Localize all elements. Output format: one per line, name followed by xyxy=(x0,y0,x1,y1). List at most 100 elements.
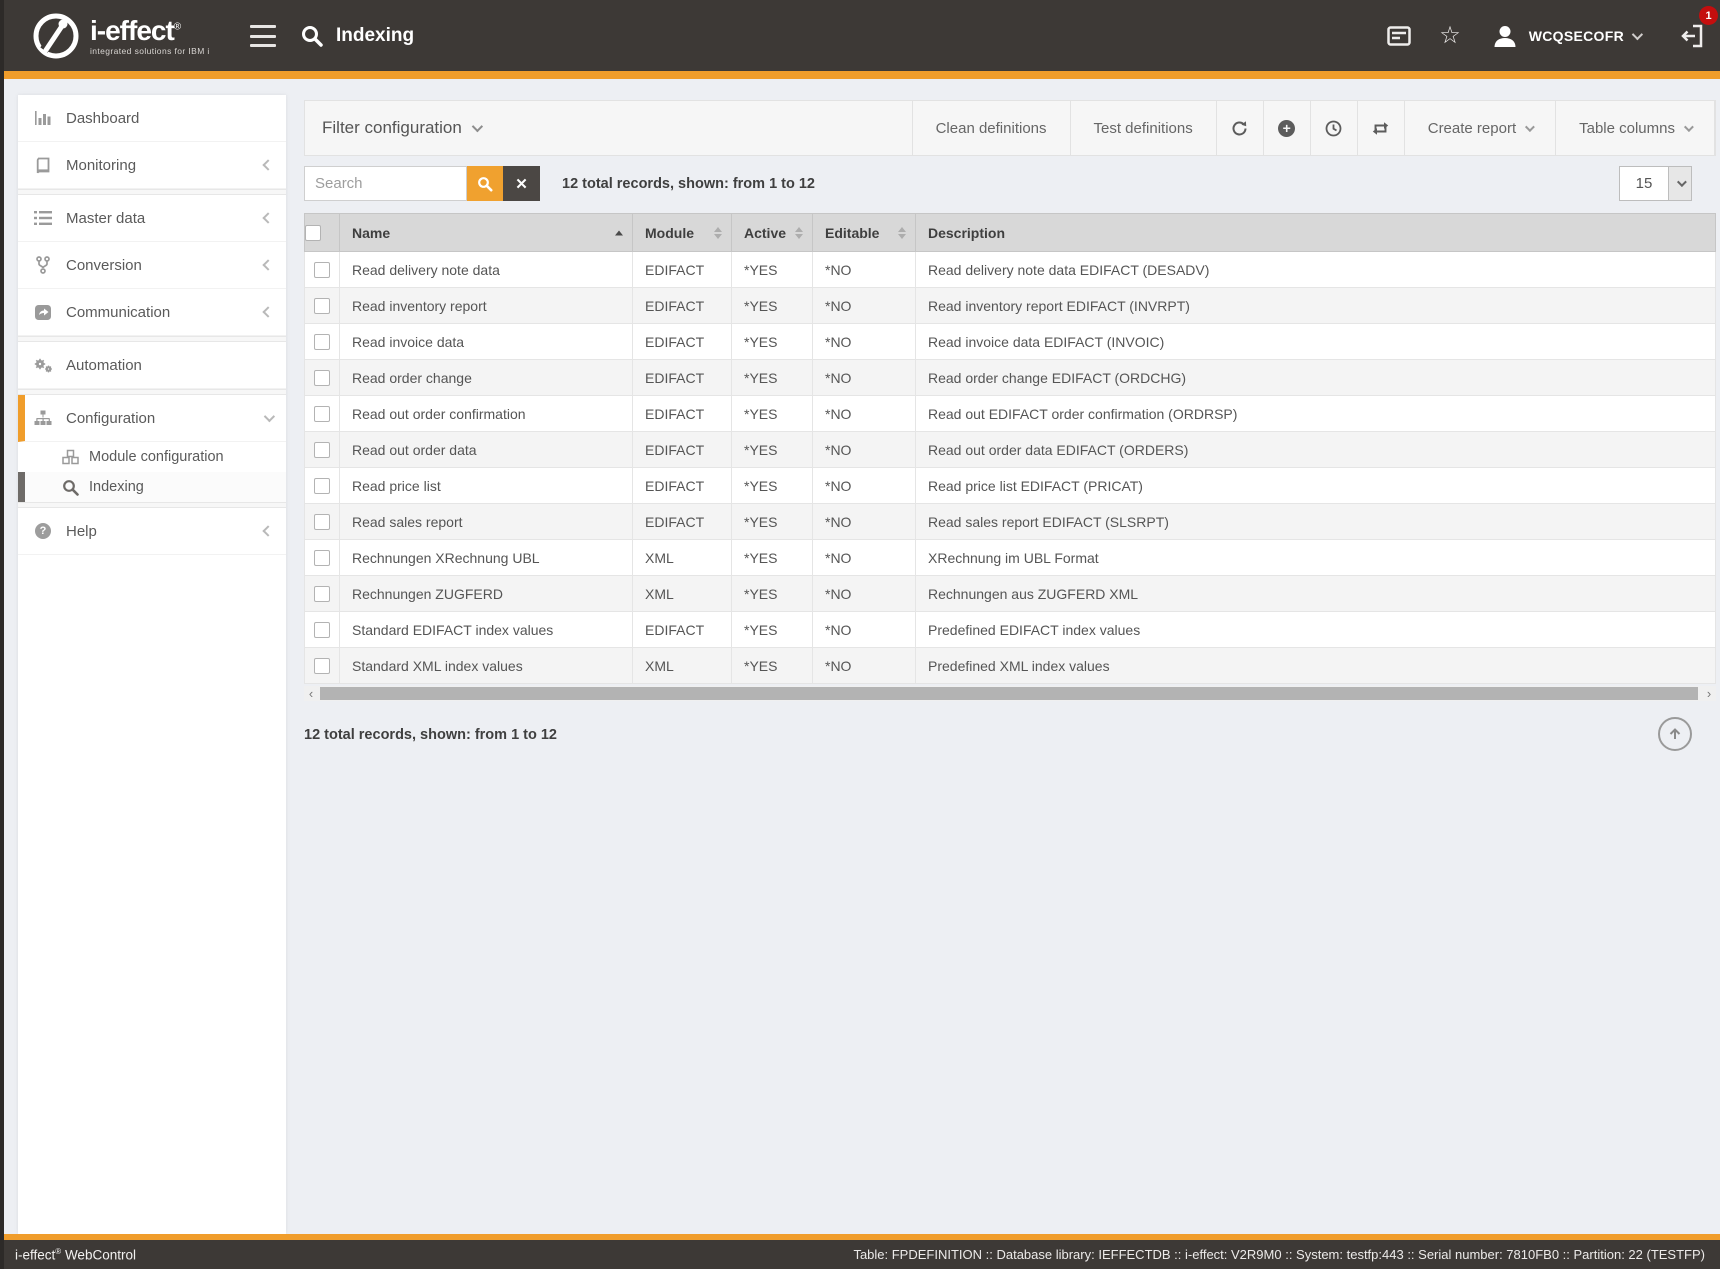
cell-description: XRechnung im UBL Format xyxy=(916,540,1716,576)
row-checkbox[interactable] xyxy=(314,514,330,530)
row-checkbox[interactable] xyxy=(314,658,330,674)
clean-definitions-button[interactable]: Clean definitions xyxy=(912,101,1070,155)
cell-name: Read price list xyxy=(340,468,633,504)
column-header-description[interactable]: Description xyxy=(916,214,1716,252)
row-checkbox[interactable] xyxy=(314,262,330,278)
definitions-table: Name Module Active Editable Description … xyxy=(304,213,1716,684)
username[interactable]: WCQSECOFR xyxy=(1529,28,1624,44)
search-icon xyxy=(300,24,324,48)
sidebar-item-master-data[interactable]: Master data xyxy=(18,195,286,242)
page-title: Indexing xyxy=(336,25,414,47)
refresh-button[interactable] xyxy=(1216,101,1263,155)
sort-icon[interactable] xyxy=(714,227,722,239)
table-row[interactable]: Rechnungen ZUGFERD XML *YES *NO Rechnung… xyxy=(305,576,1716,612)
table-row[interactable]: Read order change EDIFACT *YES *NO Read … xyxy=(305,360,1716,396)
column-header-editable[interactable]: Editable xyxy=(813,214,916,252)
search-row: ✕ 12 total records, shown: from 1 to 12 … xyxy=(304,166,1716,201)
table-row[interactable]: Read inventory report EDIFACT *YES *NO R… xyxy=(305,288,1716,324)
search-icon xyxy=(62,479,79,496)
cell-module: XML xyxy=(633,540,732,576)
row-checkbox[interactable] xyxy=(314,442,330,458)
user-menu-chevron-down-icon[interactable] xyxy=(1632,28,1643,39)
cell-module: XML xyxy=(633,576,732,612)
page-size-select[interactable]: 15 xyxy=(1619,166,1692,201)
star-icon[interactable]: ☆ xyxy=(1439,24,1461,48)
table-row[interactable]: Read price list EDIFACT *YES *NO Read pr… xyxy=(305,468,1716,504)
add-button[interactable]: + xyxy=(1263,101,1310,155)
reprocess-button[interactable] xyxy=(1357,101,1404,155)
row-checkbox[interactable] xyxy=(314,334,330,350)
cell-active: *YES xyxy=(732,648,813,684)
table-row[interactable]: Standard EDIFACT index values EDIFACT *Y… xyxy=(305,612,1716,648)
table-row[interactable]: Read sales report EDIFACT *YES *NO Read … xyxy=(305,504,1716,540)
plus-circle-icon: + xyxy=(1278,120,1295,137)
user-icon[interactable] xyxy=(1491,22,1519,50)
column-header-name[interactable]: Name xyxy=(340,214,633,252)
horizontal-scrollbar[interactable]: ‹ › xyxy=(304,686,1716,701)
brand-logo[interactable]: i-effect® integrated solutions for IBM i xyxy=(30,10,210,62)
notification-badge[interactable]: 1 xyxy=(1699,6,1718,25)
row-checkbox[interactable] xyxy=(314,406,330,422)
row-checkbox[interactable] xyxy=(314,298,330,314)
cell-description: Read order change EDIFACT (ORDCHG) xyxy=(916,360,1716,396)
table-columns-dropdown[interactable]: Table columns xyxy=(1555,101,1715,155)
create-report-dropdown[interactable]: Create report xyxy=(1404,101,1555,155)
sidebar-item-conversion[interactable]: Conversion xyxy=(18,242,286,289)
clear-search-button[interactable]: ✕ xyxy=(503,166,540,201)
schedule-button[interactable] xyxy=(1310,101,1357,155)
table-row[interactable]: Standard XML index values XML *YES *NO P… xyxy=(305,648,1716,684)
table-row[interactable]: Read invoice data EDIFACT *YES *NO Read … xyxy=(305,324,1716,360)
cell-name: Standard EDIFACT index values xyxy=(340,612,633,648)
scroll-top-button[interactable] xyxy=(1658,717,1692,751)
chevron-left-icon xyxy=(262,525,273,536)
cell-module: EDIFACT xyxy=(633,612,732,648)
sidebar-item-configuration[interactable]: Configuration xyxy=(18,395,286,442)
sidebar-item-communication[interactable]: Communication xyxy=(18,289,286,336)
table-row[interactable]: Rechnungen XRechnung UBL XML *YES *NO XR… xyxy=(305,540,1716,576)
cell-module: XML xyxy=(633,648,732,684)
sort-icon[interactable] xyxy=(898,227,906,239)
column-header-module[interactable]: Module xyxy=(633,214,732,252)
cell-description: Read invoice data EDIFACT (INVOIC) xyxy=(916,324,1716,360)
sidebar-item-label: Master data xyxy=(66,210,264,227)
sidebar-item-dashboard[interactable]: Dashboard xyxy=(18,95,286,142)
search-button[interactable] xyxy=(467,166,503,201)
row-checkbox[interactable] xyxy=(314,622,330,638)
filter-toolbar: Filter configuration Clean definitions T… xyxy=(304,100,1716,156)
row-checkbox[interactable] xyxy=(314,586,330,602)
cell-active: *YES xyxy=(732,576,813,612)
cell-module: EDIFACT xyxy=(633,360,732,396)
filter-configuration-dropdown[interactable]: Filter configuration xyxy=(305,101,480,155)
menu-hamburger-icon[interactable] xyxy=(250,25,276,47)
table-row[interactable]: Read out order data EDIFACT *YES *NO Rea… xyxy=(305,432,1716,468)
sidebar-item-label: Help xyxy=(66,523,264,540)
server-icon[interactable] xyxy=(1387,26,1411,46)
search-input[interactable] xyxy=(304,166,467,201)
sidebar-item-module-configuration[interactable]: Module configuration xyxy=(18,442,286,472)
sort-ascending-icon[interactable] xyxy=(615,230,623,235)
records-summary-bottom: 12 total records, shown: from 1 to 12 xyxy=(304,727,557,743)
sidebar-item-help[interactable]: ? Help xyxy=(18,508,286,555)
row-checkbox[interactable] xyxy=(314,478,330,494)
sidebar-item-indexing[interactable]: Indexing xyxy=(18,472,286,502)
column-header-active[interactable]: Active xyxy=(732,214,813,252)
select-all-checkbox[interactable] xyxy=(305,225,321,241)
hscroll-left-arrow-icon[interactable]: ‹ xyxy=(304,686,318,701)
hscroll-thumb[interactable] xyxy=(320,687,1698,700)
sidebar-item-automation[interactable]: Automation xyxy=(18,342,286,389)
logout-icon[interactable] xyxy=(1680,23,1706,49)
brand-tagline: integrated solutions for IBM i xyxy=(90,47,210,56)
cell-editable: *NO xyxy=(813,612,916,648)
table-row[interactable]: Read out order confirmation EDIFACT *YES… xyxy=(305,396,1716,432)
row-checkbox[interactable] xyxy=(314,370,330,386)
hscroll-right-arrow-icon[interactable]: › xyxy=(1702,686,1716,701)
test-definitions-button[interactable]: Test definitions xyxy=(1070,101,1216,155)
cell-active: *YES xyxy=(732,252,813,288)
sidebar-item-label: Communication xyxy=(66,304,264,321)
sort-icon[interactable] xyxy=(795,227,803,239)
table-row[interactable]: Read delivery note data EDIFACT *YES *NO… xyxy=(305,252,1716,288)
row-checkbox[interactable] xyxy=(314,550,330,566)
cell-name: Read delivery note data xyxy=(340,252,633,288)
sidebar-item-monitoring[interactable]: Monitoring xyxy=(18,142,286,189)
sidebar-item-label: Dashboard xyxy=(66,110,272,127)
